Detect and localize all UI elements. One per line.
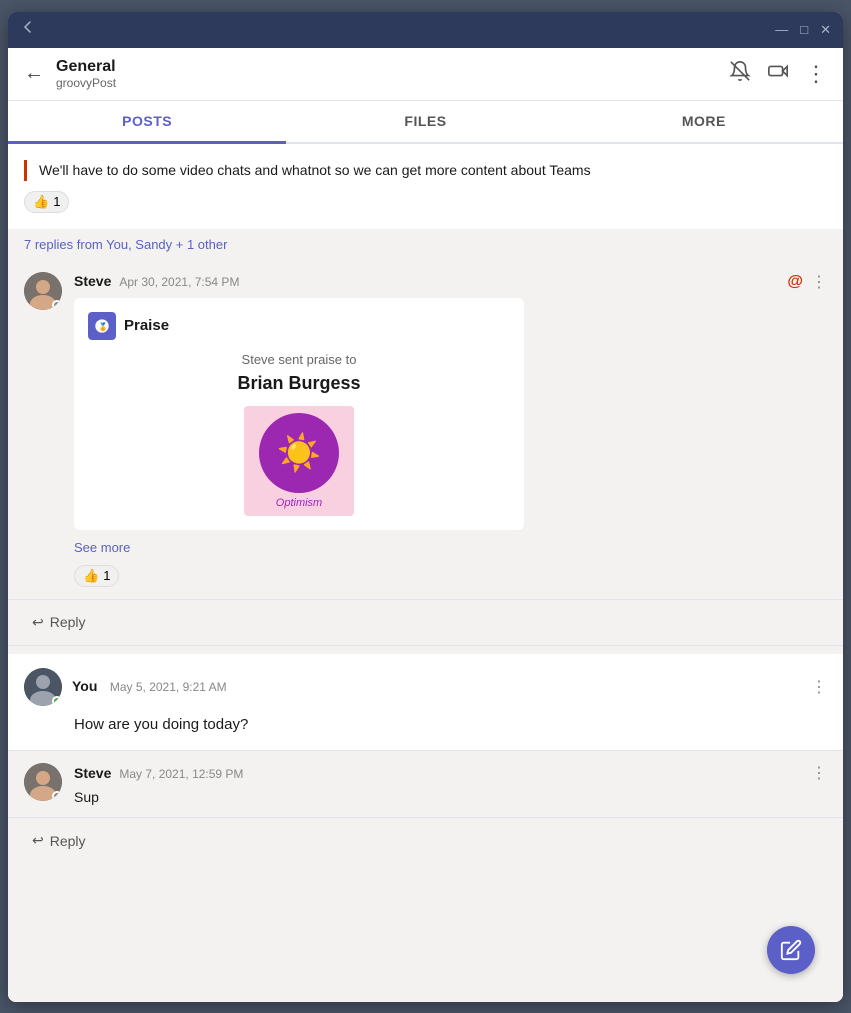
second-post-meta: You May 5, 2021, 9:21 AM ⋮ <box>24 668 827 706</box>
you-author-info: You May 5, 2021, 9:21 AM <box>72 678 801 696</box>
like-reaction[interactable]: 👍 1 <box>24 191 69 213</box>
tab-posts[interactable]: POSTS <box>8 101 286 144</box>
you-avatar <box>24 668 62 706</box>
steve-avatar <box>24 272 62 310</box>
nested-reply: Steve May 7, 2021, 12:59 PM ⋮ Sup <box>8 751 843 817</box>
app-content: ← General groovyPost <box>8 48 843 1002</box>
reply-meta: Steve Apr 30, 2021, 7:54 PM @ ⋮ <box>74 272 827 292</box>
nested-more-icon[interactable]: ⋮ <box>811 763 827 783</box>
thread-container: Steve Apr 30, 2021, 7:54 PM @ ⋮ <box>8 260 843 645</box>
reply-button-row: ↩ Reply <box>8 599 843 645</box>
thread-reaction-row: 👍 1 <box>74 565 827 587</box>
tabs-bar: POSTS FILES MORE <box>8 101 843 144</box>
praise-title: Praise <box>124 317 169 334</box>
thread-reply-item: Steve Apr 30, 2021, 7:54 PM @ ⋮ <box>8 260 843 599</box>
reply-button-label: Reply <box>50 614 86 630</box>
thumbs-up-icon: 👍 <box>33 194 49 210</box>
second-post: You May 5, 2021, 9:21 AM ⋮ How are you d… <box>8 654 843 752</box>
nested-reply-meta: Steve May 7, 2021, 12:59 PM ⋮ <box>74 763 827 783</box>
channel-back-button[interactable]: ← <box>24 62 44 85</box>
title-bar: — □ ✕ <box>8 12 843 48</box>
close-button[interactable]: ✕ <box>820 22 831 38</box>
nested-reply-text: Sup <box>74 789 827 805</box>
praise-body: Steve sent praise to Brian Burgess ☀️ Op… <box>88 352 510 516</box>
tab-more[interactable]: MORE <box>565 101 843 142</box>
message-more-icon[interactable]: ⋮ <box>811 272 827 292</box>
svg-text:🏅: 🏅 <box>98 321 108 331</box>
sun-icon: ☀️ <box>277 432 322 474</box>
reply-author: Steve <box>74 273 111 289</box>
channel-header: ← General groovyPost <box>8 48 843 101</box>
steve2-status-dot <box>52 791 62 801</box>
second-post-reply-row: ↩ Reply <box>8 817 843 863</box>
video-icon[interactable] <box>767 60 789 88</box>
second-post-more-icon[interactable]: ⋮ <box>811 677 827 697</box>
channel-name: General <box>56 58 729 76</box>
minimize-button[interactable]: — <box>775 22 788 37</box>
you-author-name: You <box>72 678 97 694</box>
content-wrapper: We'll have to do some video chats and wh… <box>8 144 843 1002</box>
replies-summary[interactable]: 7 replies from You, Sandy + 1 other <box>8 229 843 260</box>
praise-badge-label: Optimism <box>276 497 322 509</box>
at-mention-icon[interactable]: @ <box>787 273 803 291</box>
you-post-time: May 5, 2021, 9:21 AM <box>110 680 227 694</box>
nested-reply-author: Steve <box>74 765 111 781</box>
praise-card: 🏅 Praise Steve sent praise to Brian Burg… <box>74 298 524 530</box>
titlebar-back-button[interactable] <box>20 19 36 40</box>
steve-status-dot <box>52 300 62 310</box>
thread-reaction-count: 1 <box>103 568 110 583</box>
nested-reply-body: Steve May 7, 2021, 12:59 PM ⋮ Sup <box>74 763 827 805</box>
nested-reply-actions: ⋮ <box>811 763 827 783</box>
second-post-reply-button[interactable]: ↩ Reply <box>24 828 94 853</box>
second-reply-label: Reply <box>50 833 86 849</box>
nested-reply-time: May 7, 2021, 12:59 PM <box>119 767 243 781</box>
praise-badge: ☀️ Optimism <box>244 406 354 516</box>
channel-info: General groovyPost <box>56 58 729 90</box>
original-post: We'll have to do some video chats and wh… <box>8 144 843 229</box>
bell-icon[interactable] <box>729 60 751 88</box>
reply-button[interactable]: ↩ Reply <box>24 610 94 635</box>
reply-actions: @ ⋮ <box>787 272 827 292</box>
original-post-text: We'll have to do some video chats and wh… <box>24 160 827 181</box>
praise-icon-box: 🏅 <box>88 312 116 340</box>
steve2-avatar <box>24 763 62 801</box>
thread-thumbs-up-icon: 👍 <box>83 568 99 584</box>
second-reply-icon: ↩ <box>32 832 44 849</box>
praise-sent-text: Steve sent praise to <box>88 352 510 367</box>
reaction-count: 1 <box>53 194 60 209</box>
content-area: We'll have to do some video chats and wh… <box>8 144 843 1002</box>
reply-time: Apr 30, 2021, 7:54 PM <box>119 275 239 289</box>
praise-recipient: Brian Burgess <box>88 373 510 394</box>
praise-badge-circle: ☀️ <box>259 413 339 493</box>
reaction-row: 👍 1 <box>24 191 827 213</box>
reply-icon: ↩ <box>32 614 44 631</box>
thread-reply-body: Steve Apr 30, 2021, 7:54 PM @ ⋮ <box>74 272 827 587</box>
compose-fab[interactable] <box>767 926 815 974</box>
see-more-link[interactable]: See more <box>74 540 130 555</box>
channel-actions: ⋮ <box>729 60 827 88</box>
praise-card-header: 🏅 Praise <box>88 312 510 340</box>
you-online-dot <box>52 696 62 706</box>
second-post-text: How are you doing today? <box>24 714 827 737</box>
post-section: We'll have to do some video chats and wh… <box>8 144 843 646</box>
channel-org: groovyPost <box>56 76 729 90</box>
maximize-button[interactable]: □ <box>800 22 808 37</box>
tab-files[interactable]: FILES <box>286 101 564 142</box>
window-controls: — □ ✕ <box>775 22 831 38</box>
more-options-icon[interactable]: ⋮ <box>805 61 827 87</box>
thread-like-reaction[interactable]: 👍 1 <box>74 565 119 587</box>
